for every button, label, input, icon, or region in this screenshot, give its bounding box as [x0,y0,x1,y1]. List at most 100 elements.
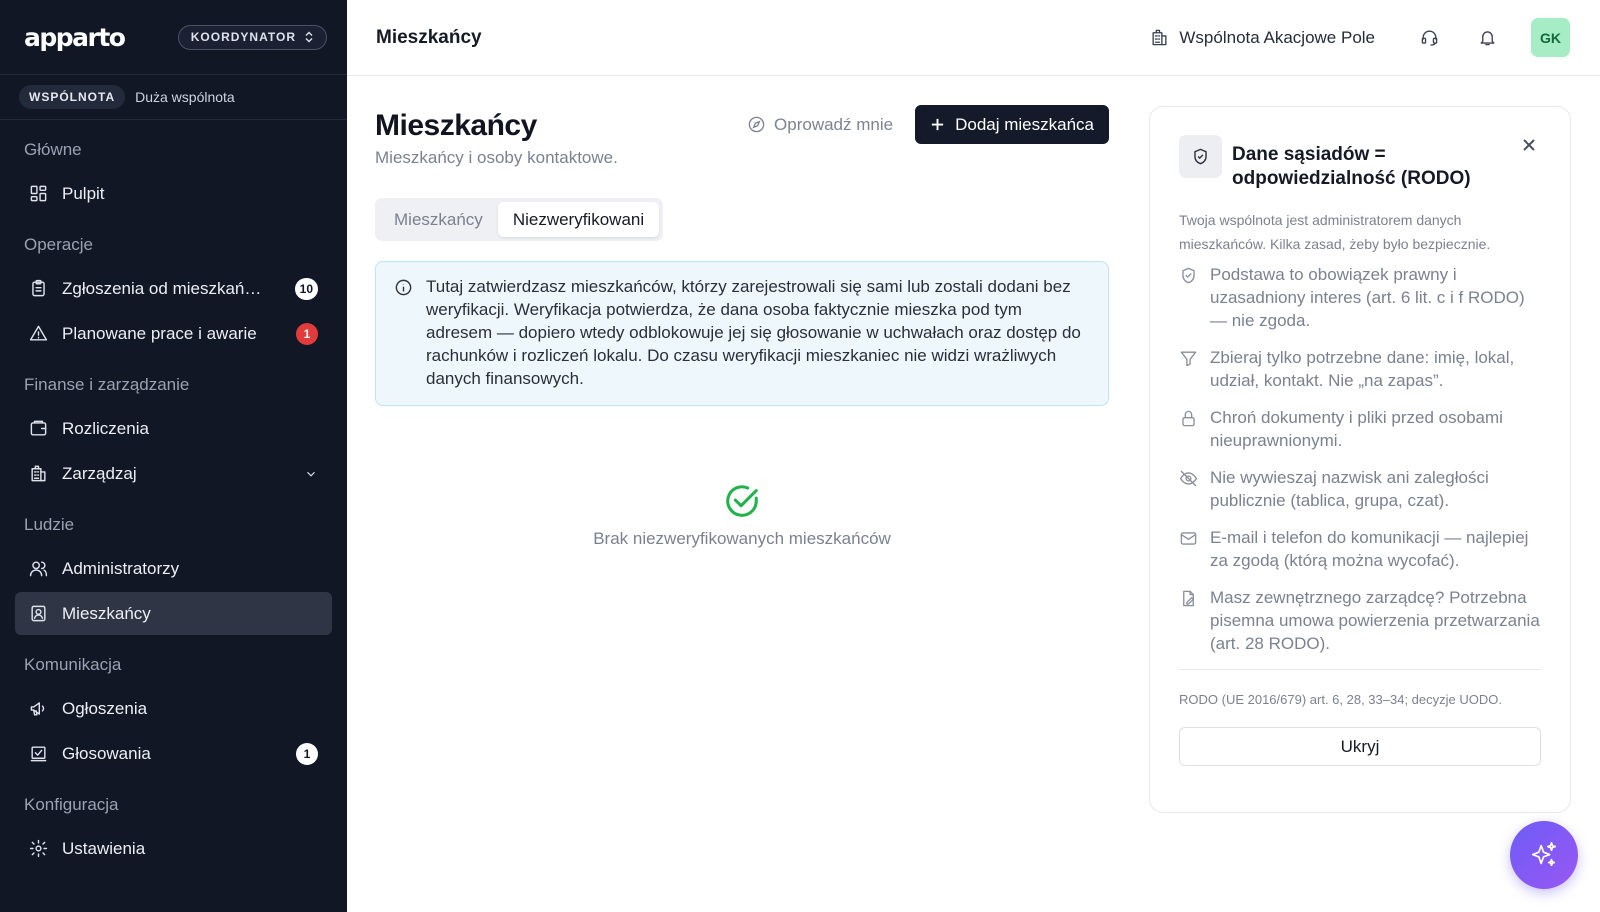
headset-icon [1421,30,1437,46]
dashboard-icon [28,184,48,204]
tour-button[interactable]: Oprowadź mnie [747,115,893,135]
sidebar-item-label: Ogłoszenia [62,698,148,718]
close-icon [1523,139,1535,151]
community-name: Wspólnota Akacjowe Pole [1179,27,1375,47]
document-sign-icon [1183,590,1194,607]
role-switcher[interactable]: KOORDYNATOR [177,24,327,50]
nav-section-people: Ludzie [24,515,75,534]
sidebar-brand: apparto KOORDYNATOR [0,0,347,75]
nav-section-operations: Operacje [24,235,93,254]
add-resident-label: Dodaj mieszkańca [955,114,1094,134]
support-button[interactable] [1415,24,1443,52]
info-box: Tutaj zatwierdzasz mieszkańców, którzy z… [375,261,1109,406]
page-title: Mieszkańcy [375,109,537,142]
list-item-text: E-mail i telefon do komunikacji — najlep… [1210,528,1529,570]
info-icon [395,279,412,296]
nav-section-finance: Finanse i zarządzanie [24,375,190,394]
resident-tabs: Mieszkańcy Niezweryfikowani [375,198,664,241]
sidebar-item-label: Rozliczenia [62,418,149,438]
list-item-text: Zbieraj tylko potrzebne dane: imię, loka… [1210,348,1515,390]
nav-section-configuration: Konfiguracja [24,795,119,814]
list-item-text: Podstawa to obowiązek prawny i uzasadnio… [1210,265,1525,330]
community-badge: WSPÓLNOTA [19,85,126,109]
sidebar-item-announcements[interactable]: Ogłoszenia [15,687,332,730]
building-icon [28,464,48,484]
sidebar-item-label: Ustawienia [62,838,146,858]
sidebar-item-settlements[interactable]: Rozliczenia [15,407,332,450]
divider [1179,669,1541,670]
check-circle-icon [726,485,758,517]
topbar: Mieszkańcy Wspólnota Akacjowe Pole GK [347,0,1600,76]
sidebar-item-settings[interactable]: Ustawienia [15,827,332,870]
planned-works-count-badge: 1 [296,322,318,345]
close-button[interactable] [1521,137,1541,157]
tour-button-label: Oprowadź mnie [774,114,894,134]
sidebar-item-label: Zgłoszenia od mieszkań… [62,278,262,298]
app-logo: apparto [24,22,126,52]
chevron-updown-icon [305,31,313,43]
requests-count-badge: 10 [294,277,318,300]
filter-icon [1180,351,1197,367]
list-item-text: Nie wywieszaj nazwisk ani zaległości pub… [1210,468,1489,510]
sidebar-item-manage[interactable]: Zarządzaj [15,452,332,495]
rodo-header: Dane sąsiadów = odpowiedzialność (RODO) [1179,135,1541,191]
mail-icon [1180,532,1197,545]
plus-icon [931,118,944,131]
tab-unverified[interactable]: Niezweryfikowani [497,202,660,237]
bell-icon [1479,31,1495,46]
list-item: E-mail i telefon do komunikacji — najlep… [1179,526,1541,572]
sidebar-item-label: Pulpit [62,183,105,203]
sidebar-item-planned-works[interactable]: Planowane prace i awarie 1 [15,312,332,355]
list-item-text: Masz zewnętrznego zarządcę? Potrzebna pi… [1210,588,1540,653]
list-item: Chroń dokumenty i pliki przed osobami ni… [1179,406,1541,452]
sidebar-item-votes[interactable]: Głosowania 1 [15,732,332,775]
megaphone-icon [28,699,48,719]
sidebar-item-label: Planowane prace i awarie [62,323,257,343]
sidebar-item-requests[interactable]: Zgłoszenia od mieszkań… 10 [15,267,332,310]
add-resident-button[interactable]: Dodaj mieszkańca [915,105,1109,144]
role-label: KOORDYNATOR [190,30,296,44]
vote-icon [28,744,48,764]
page-subtitle: Mieszkańcy i osoby kontaktowe. [375,148,618,167]
page-header: Mieszkańcy Mieszkańcy i osoby kontaktowe… [375,105,1109,168]
list-item: Nie wywieszaj nazwisk ani zaległości pub… [1179,466,1541,512]
sidebar-nav: Główne Pulpit Operacje Zgłoszenia od mie… [0,120,347,870]
notifications-button[interactable] [1473,24,1501,52]
contact-icon [28,604,48,624]
shield-badge [1179,135,1222,178]
sidebar-item-dashboard[interactable]: Pulpit [15,172,332,215]
hide-button[interactable]: Ukryj [1179,727,1541,766]
topbar-title: Mieszkańcy [376,26,482,48]
tab-residents[interactable]: Mieszkańcy [379,202,498,237]
nav-section-main: Główne [24,140,82,159]
warning-icon [28,324,48,344]
list-item: Zbieraj tylko potrzebne dane: imię, loka… [1179,346,1541,392]
ai-assistant-button[interactable] [1510,821,1578,889]
sidebar-item-label: Głosowania [62,743,151,763]
sidebar-item-administrators[interactable]: Administratorzy [15,547,332,590]
compass-icon [748,116,765,133]
community-switcher[interactable]: Wspólnota Akacjowe Pole [1150,28,1375,48]
eye-off-icon [1179,470,1198,487]
rodo-list: Podstawa to obowiązek prawny i uzasadnio… [1179,263,1541,655]
page-heading: Mieszkańcy Mieszkańcy i osoby kontaktowe… [375,105,618,168]
shield-check-icon [1194,148,1207,165]
list-item: Podstawa to obowiązek prawny i uzasadnio… [1179,263,1541,332]
rodo-footnote: RODO (UE 2016/679) art. 6, 28, 33–34; de… [1179,692,1502,707]
clipboard-icon [28,279,48,299]
shield-check-icon [1182,267,1195,284]
sidebar-item-residents[interactable]: Mieszkańcy [15,592,332,635]
wallet-icon [28,419,48,439]
building-icon [1152,29,1167,46]
avatar[interactable]: GK [1531,18,1570,57]
community-row: WSPÓLNOTA Duża wspólnota [0,75,347,120]
community-size: Duża wspólnota [135,89,235,105]
votes-count-badge: 1 [296,742,318,765]
rodo-title: Dane sąsiadów = odpowiedzialność (RODO) [1232,144,1471,189]
users-icon [28,559,48,579]
chevron-down-icon[interactable] [304,467,318,481]
sidebar-item-label: Mieszkańcy [62,603,151,623]
sidebar-item-label: Zarządzaj [62,463,137,483]
sidebar-item-label: Administratorzy [62,558,180,578]
lock-icon [1182,410,1195,427]
